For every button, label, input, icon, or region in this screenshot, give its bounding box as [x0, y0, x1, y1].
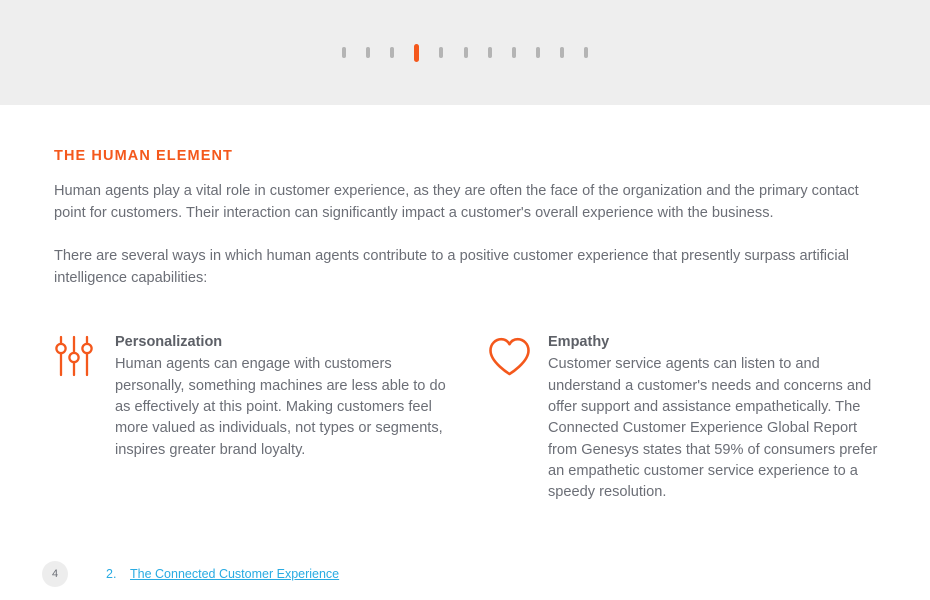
feature-personalization: Personalization Human agents can engage … — [54, 332, 449, 503]
page-title: THE HUMAN ELEMENT — [54, 148, 233, 164]
feature-empathy-body: Empathy Customer service agents can list… — [533, 332, 882, 503]
progress-dot-11[interactable] — [584, 47, 589, 58]
footnote-number: 2. — [106, 567, 117, 581]
progress-dot-2[interactable] — [365, 47, 370, 58]
content-area: THE HUMAN ELEMENT Human agents play a vi… — [54, 105, 879, 503]
feature-empathy: Empathy Customer service agents can list… — [487, 332, 882, 503]
feature-empathy-heading: Empathy — [548, 334, 610, 351]
progress-dot-8[interactable] — [511, 47, 516, 58]
footnote: 2. The Connected Customer Experience — [68, 567, 339, 581]
progress-dot-4-active[interactable] — [414, 43, 420, 62]
heart-icon — [487, 335, 533, 379]
intro-paragraph-1: Human agents play a vital role in custom… — [54, 183, 859, 221]
progress-dot-10[interactable] — [560, 47, 565, 58]
page-number-badge: 4 — [42, 561, 68, 587]
progress-dot-7[interactable] — [487, 47, 492, 58]
progress-dot-9[interactable] — [536, 47, 541, 58]
progress-dot-6[interactable] — [463, 47, 468, 58]
progress-indicator — [0, 0, 930, 105]
feature-personalization-body: Personalization Human agents can engage … — [100, 332, 449, 460]
footnote-link[interactable]: The Connected Customer Experience — [130, 567, 339, 581]
progress-dot-1[interactable] — [341, 47, 346, 58]
feature-personalization-text: Human agents can engage with customers p… — [115, 356, 446, 458]
progress-dot-5[interactable] — [439, 47, 444, 58]
feature-empathy-text: Customer service agents can listen to an… — [548, 356, 878, 501]
slide: THE HUMAN ELEMENT Human agents play a vi… — [0, 0, 930, 600]
header-band — [0, 0, 930, 105]
intro-paragraph-2: There are several ways in which human ag… — [54, 248, 849, 286]
sliders-icon — [54, 335, 100, 379]
feature-list: Personalization Human agents can engage … — [54, 289, 879, 503]
feature-personalization-heading: Personalization — [115, 334, 223, 351]
progress-dot-3[interactable] — [389, 47, 394, 58]
footer: 4 2. The Connected Customer Experience — [42, 561, 902, 587]
